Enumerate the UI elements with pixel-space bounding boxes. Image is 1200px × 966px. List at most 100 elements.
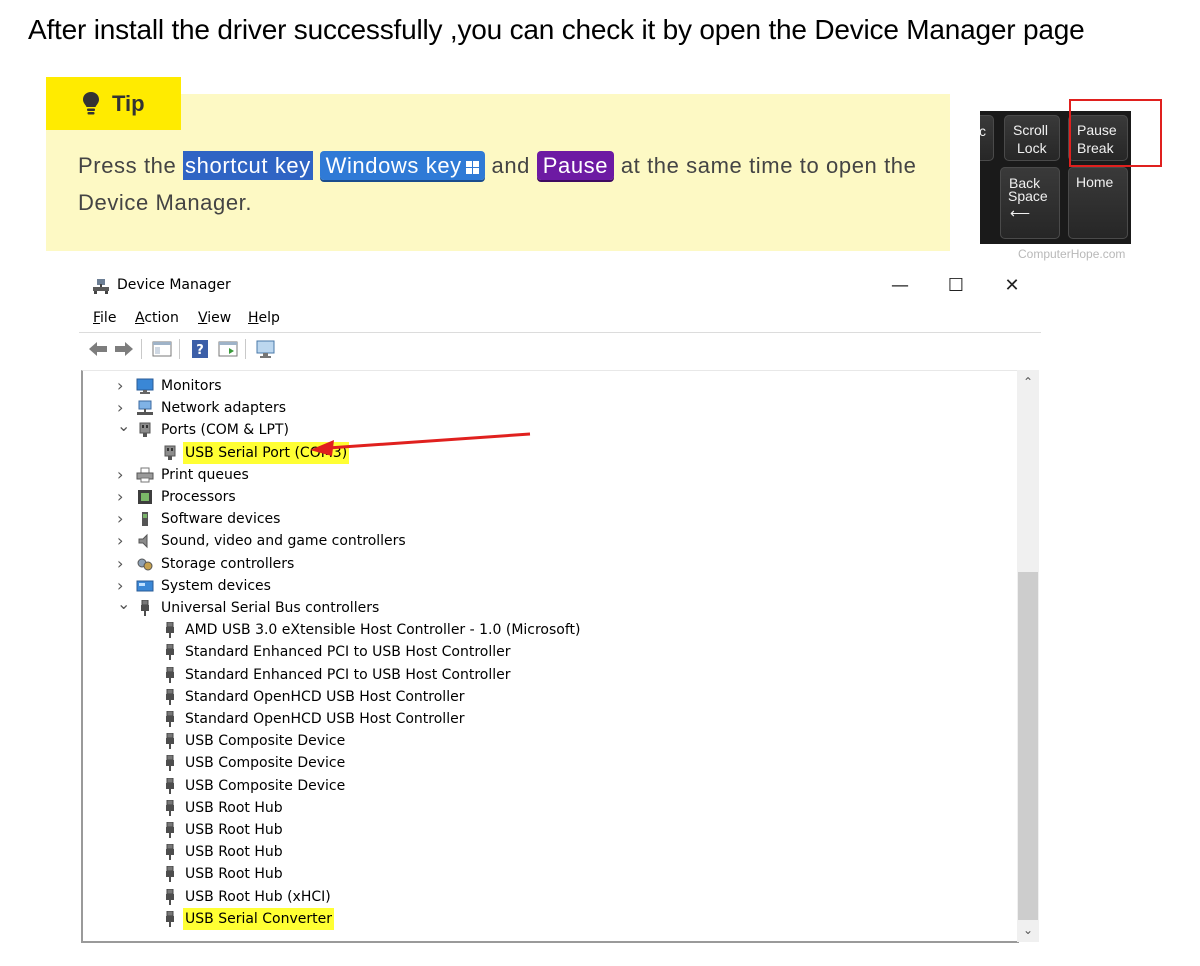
scan-hardware-icon[interactable] (255, 338, 277, 360)
tree-item-label: Network adapters (161, 400, 286, 417)
scroll-thumb[interactable] (1018, 572, 1038, 920)
tree-item-label: Processors (161, 489, 236, 505)
tree-item-label: USB Root Hub (185, 822, 283, 838)
close-button[interactable]: ✕ (989, 272, 1035, 300)
menu-separator (79, 332, 1041, 333)
svg-text:?: ? (196, 343, 204, 358)
printer-icon (136, 467, 154, 483)
key-backspace: Back Space ⟵ (1000, 167, 1060, 239)
tree-item-label: Standard Enhanced PCI to USB Host Contro… (185, 666, 511, 683)
menu-action[interactable]: Action (135, 310, 179, 326)
tree-item-label: USB Root Hub (185, 866, 283, 883)
chevron-right-icon[interactable]: › (117, 375, 129, 397)
usb-icon (161, 732, 179, 750)
help-icon[interactable]: ? (189, 338, 211, 360)
chevron-right-icon[interactable]: › (117, 464, 129, 486)
usb-icon (161, 621, 179, 639)
vertical-scrollbar[interactable]: ⌃ ⌄ (1017, 370, 1039, 942)
toolbar: ? (79, 334, 1041, 364)
usb-icon (161, 843, 179, 861)
properties-icon[interactable] (217, 338, 239, 360)
menu-view[interactable]: View (198, 310, 231, 326)
tree-category-item[interactable]: › System devices (83, 575, 1013, 597)
tree-item-label: AMD USB 3.0 eXtensible Host Controller -… (185, 622, 581, 639)
tree-item-label: Standard OpenHCD USB Host Controller (185, 688, 465, 705)
usb-icon (161, 821, 179, 838)
tree-category-item[interactable]: › Print queues (83, 464, 1013, 486)
tree-item-label: USB Composite Device (185, 733, 346, 750)
image-credit: ComputerHope.com (1018, 247, 1126, 261)
tree-category-item[interactable]: ⌄ Ports (COM & LPT) (83, 416, 1013, 441)
tree-child-item[interactable]: Standard Enhanced PCI to USB Host Contro… (83, 664, 1013, 686)
tree-item-label: System devices (161, 577, 271, 594)
tip-text-and: and (484, 153, 537, 178)
usb-icon (161, 643, 179, 661)
usb-icon (161, 710, 179, 727)
tree-category-item[interactable]: ⌄ Universal Serial Bus controllers (83, 594, 1013, 619)
chevron-down-icon[interactable]: ⌄ (117, 593, 130, 615)
menu-help[interactable]: Help (248, 310, 280, 326)
tree-category-item[interactable]: › Processors (83, 486, 1013, 508)
tree-item-label: USB Composite Device (185, 777, 346, 794)
scroll-down-icon[interactable]: ⌄ (1022, 924, 1034, 936)
back-arrow-icon[interactable] (87, 338, 109, 360)
tree-child-item[interactable]: USB Root Hub (83, 819, 1013, 841)
tip-text-start: Press the (78, 153, 184, 178)
scroll-up-icon[interactable]: ⌃ (1022, 376, 1034, 388)
windows-key-badge: Windows key (319, 151, 485, 180)
tree-child-item[interactable]: Standard OpenHCD USB Host Controller (83, 708, 1013, 730)
tree-child-item[interactable]: Standard Enhanced PCI to USB Host Contro… (83, 641, 1013, 663)
chevron-right-icon[interactable]: › (117, 553, 129, 575)
tree-child-item[interactable]: USB Composite Device (83, 730, 1013, 752)
chevron-right-icon[interactable]: › (117, 508, 129, 530)
window-title: Device Manager (117, 277, 231, 293)
tree-child-item[interactable]: Standard OpenHCD USB Host Controller (83, 686, 1013, 708)
menu-file[interactable]: File (93, 310, 116, 326)
tree-category-item[interactable]: › Storage controllers (83, 553, 1013, 575)
tree-child-item[interactable]: USB Serial Port (COM3) (83, 441, 1013, 464)
key-home: Home (1068, 167, 1128, 239)
tree-item-label: Universal Serial Bus controllers (161, 600, 380, 616)
tree-category-item[interactable]: › Software devices (83, 508, 1013, 530)
sound-icon (136, 533, 154, 549)
windows-logo-icon (465, 161, 479, 174)
tree-child-item[interactable]: USB Serial Converter (83, 907, 1013, 930)
tree-category-item[interactable]: › Network adapters (83, 397, 1013, 419)
chevron-down-icon[interactable]: ⌄ (117, 415, 130, 437)
device-tree: › Monitors › Network adapters ⌄ Ports (COM & … (81, 370, 1019, 943)
pause-key-highlight (1069, 99, 1162, 167)
chevron-right-icon[interactable]: › (117, 530, 129, 552)
system-icon (136, 578, 154, 594)
tree-child-item[interactable]: USB Root Hub (xHCI) (83, 886, 1013, 908)
page-heading: After install the driver successfully ,y… (28, 14, 1085, 45)
tree-child-item[interactable]: USB Composite Device (83, 752, 1013, 774)
forward-arrow-icon[interactable] (113, 338, 135, 360)
minimize-button[interactable]: — (877, 272, 923, 300)
usb-icon (161, 865, 179, 883)
tree-item-label: USB Root Hub (185, 799, 283, 816)
key-partial: c (980, 115, 994, 161)
tree-item-label: Monitors (161, 378, 222, 394)
tree-item-label: Standard OpenHCD USB Host Controller (185, 711, 465, 727)
monitor-icon (136, 378, 154, 394)
tree-category-item[interactable]: › Monitors (83, 375, 1013, 397)
usb-icon (161, 666, 179, 683)
windows-key-label: Windows key (325, 153, 462, 178)
device-manager-window: Device Manager — ☐ ✕ File Action View He… (79, 268, 1042, 944)
show-hide-console-tree-icon[interactable] (151, 338, 173, 360)
tree-child-item[interactable]: USB Root Hub (83, 863, 1013, 885)
software-icon (136, 511, 154, 527)
tree-item-label: USB Root Hub (xHCI) (185, 888, 331, 905)
tree-category-item[interactable]: › Sound, video and game controllers (83, 530, 1013, 552)
chevron-right-icon[interactable]: › (117, 486, 129, 508)
maximize-button[interactable]: ☐ (933, 272, 979, 300)
tree-child-item[interactable]: USB Root Hub (83, 841, 1013, 863)
tree-child-item[interactable]: AMD USB 3.0 eXtensible Host Controller -… (83, 619, 1013, 641)
tip-label: Tip (112, 90, 145, 116)
tree-item-label: Sound, video and game controllers (161, 533, 406, 550)
tree-item-label: Print queues (161, 466, 249, 483)
tree-item-label: USB Serial Converter (183, 907, 334, 930)
tree-child-item[interactable]: USB Root Hub (83, 797, 1013, 819)
tree-child-item[interactable]: USB Composite Device (83, 775, 1013, 797)
port-icon (136, 422, 154, 438)
